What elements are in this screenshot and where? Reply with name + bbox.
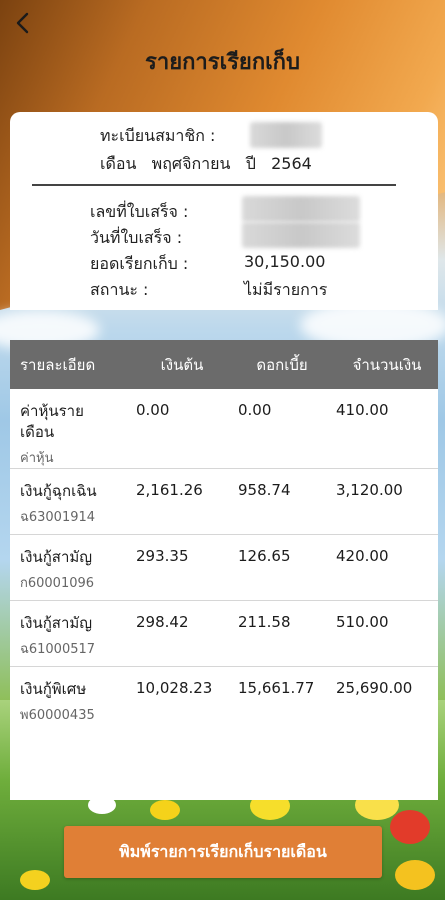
row-label: เงินกู้สามัญ bbox=[20, 614, 93, 632]
amount-label: ยอดเรียกเก็บ : bbox=[90, 254, 189, 273]
header-interest: ดอกเบี้ย bbox=[256, 355, 308, 374]
header-principal: เงินต้น bbox=[160, 355, 204, 374]
back-button[interactable] bbox=[8, 8, 38, 38]
row-amount: 410.00 bbox=[336, 401, 389, 419]
table-row: เงินกู้สามัญ ฉ61000517 298.42 211.58 510… bbox=[10, 601, 438, 667]
billing-table: รายละเอียด เงินต้น ดอกเบี้ย จำนวนเงิน ค่… bbox=[10, 340, 438, 800]
table-header: รายละเอียด เงินต้น ดอกเบี้ย จำนวนเงิน bbox=[10, 340, 438, 389]
row-principal: 10,028.23 bbox=[136, 679, 213, 697]
amount-value: 30,150.00 bbox=[244, 252, 326, 271]
receipt-date-label: วันที่ใบเสร็จ : bbox=[90, 228, 183, 247]
app-header: รายการเรียกเก็บ bbox=[0, 0, 445, 110]
flower-decoration bbox=[390, 810, 430, 844]
row-amount: 510.00 bbox=[336, 613, 389, 631]
table-row: เงินกู้พิเศษ พ60000435 10,028.23 15,661.… bbox=[10, 667, 438, 733]
flower-decoration bbox=[395, 860, 435, 890]
divider bbox=[32, 184, 396, 186]
receipt-no-redacted bbox=[242, 196, 360, 222]
row-label: เงินกู้พิเศษ bbox=[20, 680, 87, 698]
member-label: ทะเบียนสมาชิก : bbox=[100, 126, 216, 145]
row-label: เงินกู้ฉุกเฉิน bbox=[20, 482, 97, 500]
header-detail: รายละเอียด bbox=[20, 355, 96, 374]
row-principal: 298.42 bbox=[136, 613, 189, 631]
row-interest: 0.00 bbox=[238, 401, 272, 419]
chevron-left-icon bbox=[16, 12, 29, 34]
table-row: เงินกู้ฉุกเฉิน ฉ63001914 2,161.26 958.74… bbox=[10, 469, 438, 535]
row-principal: 293.35 bbox=[136, 547, 189, 565]
flower-decoration bbox=[150, 800, 180, 820]
row-sub: ฉ61000517 bbox=[20, 642, 96, 657]
summary-card: ทะเบียนสมาชิก : เดือน พฤศจิกายน ปี 2564 … bbox=[10, 112, 438, 310]
year-value: 2564 bbox=[271, 154, 312, 173]
page-title: รายการเรียกเก็บ bbox=[145, 50, 300, 75]
table-row: ค่าหุ้นราย เดือน ค่าหุ้น 0.00 0.00 410.0… bbox=[10, 389, 438, 469]
receipt-no-label: เลขที่ใบเสร็จ : bbox=[90, 202, 189, 221]
month-label: เดือน bbox=[100, 154, 137, 173]
month-value: พฤศจิกายน bbox=[151, 154, 231, 173]
row-label: เงินกู้สามัญ bbox=[20, 548, 93, 566]
row-amount: 3,120.00 bbox=[336, 481, 403, 499]
flower-decoration bbox=[20, 870, 50, 890]
row-label-cont: เดือน bbox=[20, 423, 55, 441]
row-amount: 25,690.00 bbox=[336, 679, 413, 697]
row-interest: 126.65 bbox=[238, 547, 291, 565]
status-value: ไม่มีรายการ bbox=[244, 280, 328, 299]
header-amount: จำนวนเงิน bbox=[352, 355, 422, 374]
row-sub: ก60001096 bbox=[20, 576, 95, 591]
row-interest: 15,661.77 bbox=[238, 679, 315, 697]
row-sub: ค่าหุ้น bbox=[20, 451, 54, 466]
row-sub: ฉ63001914 bbox=[20, 510, 96, 525]
status-label: สถานะ : bbox=[90, 280, 149, 299]
table-row: เงินกู้สามัญ ก60001096 293.35 126.65 420… bbox=[10, 535, 438, 601]
print-monthly-billing-button[interactable]: พิมพ์รายการเรียกเก็บรายเดือน bbox=[64, 826, 382, 878]
row-principal: 0.00 bbox=[136, 401, 170, 419]
row-amount: 420.00 bbox=[336, 547, 389, 565]
receipt-date-redacted bbox=[242, 222, 360, 248]
row-sub: พ60000435 bbox=[20, 708, 95, 723]
member-id-redacted bbox=[250, 122, 322, 148]
year-label: ปี bbox=[245, 154, 256, 173]
row-interest: 958.74 bbox=[238, 481, 291, 499]
row-interest: 211.58 bbox=[238, 613, 291, 631]
month-row: เดือน พฤศจิกายน ปี 2564 bbox=[100, 152, 312, 177]
row-label: ค่าหุ้นราย bbox=[20, 402, 84, 420]
row-principal: 2,161.26 bbox=[136, 481, 203, 499]
